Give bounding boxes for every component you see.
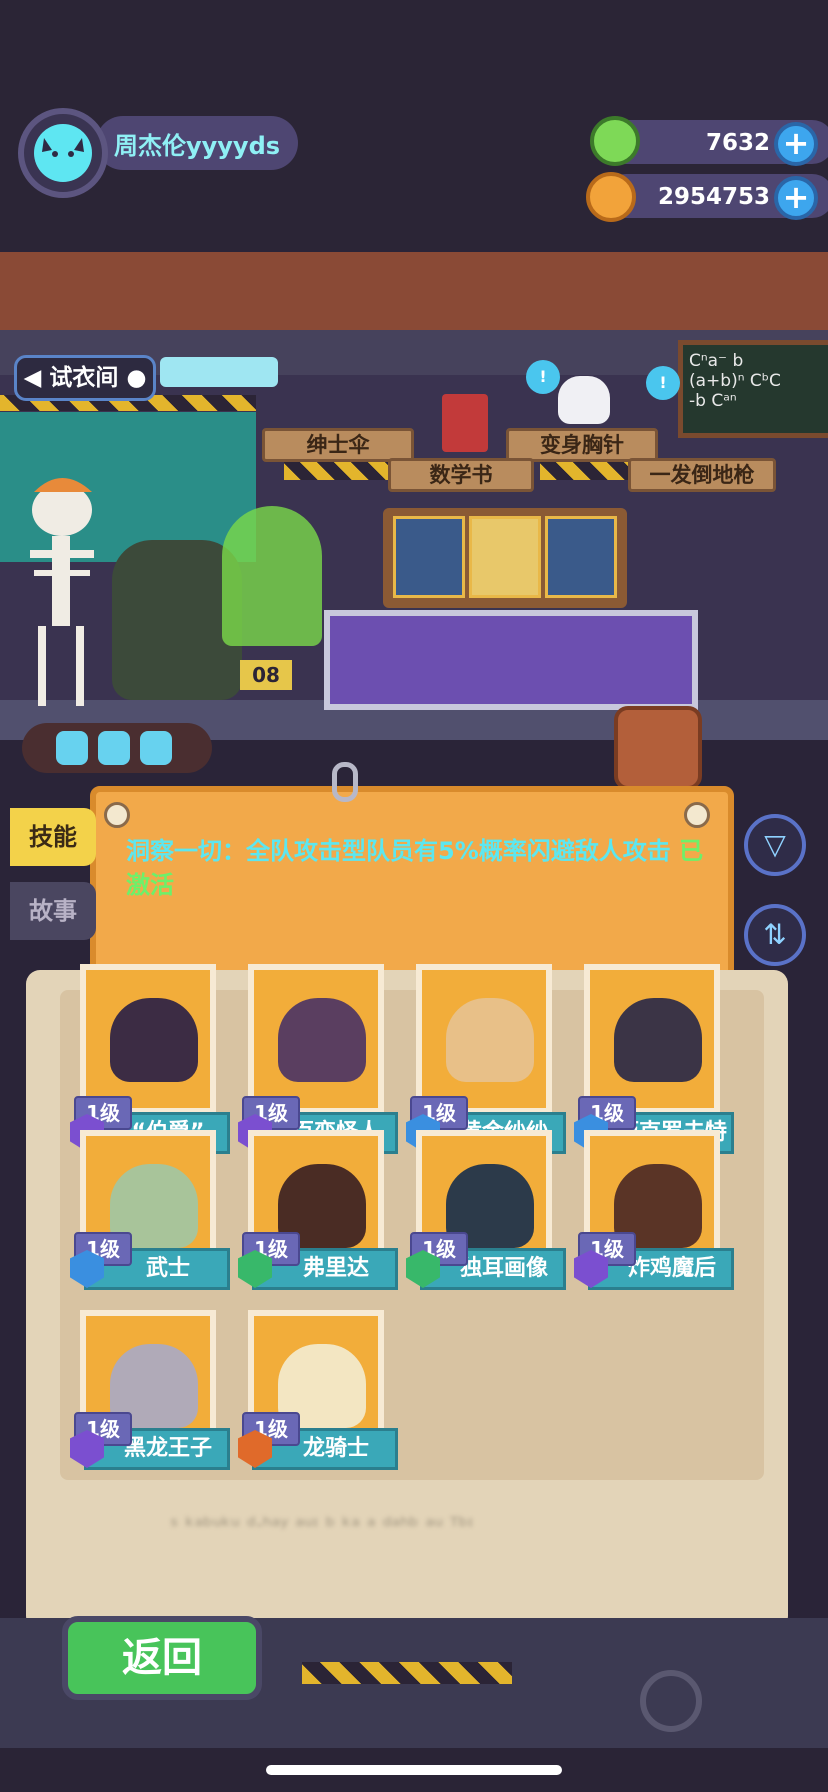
- tab-skill[interactable]: 技能: [10, 808, 96, 866]
- case-slot[interactable]: [545, 516, 617, 598]
- sort-button[interactable]: ⇅: [744, 904, 806, 966]
- character-card[interactable]: 武士 1级: [70, 1130, 230, 1298]
- lab-desk: [324, 610, 698, 710]
- character-card[interactable]: 炸鸡魔后 1级: [574, 1130, 734, 1298]
- chalkboard: Cⁿa⁻ b (a+b)ⁿ CᵇC -b Cᵃⁿ: [678, 340, 828, 438]
- skeleton-figure: [14, 470, 104, 710]
- hazard-stripe: [540, 462, 632, 480]
- footer-blurred-text: ˢ ᵏᵃᵇᵘᵏᵘ ᵈ·ʰᵃʸ ᵃᵘᶦ ᵇ ᵏᵃ ᵃ ᵈᵃʰᵇ ᵃᵘ ᵀᵇᶦ: [170, 1514, 474, 1539]
- gem-count: 7632: [705, 130, 770, 156]
- character-card[interactable]: 黑龙王子 1级: [70, 1310, 230, 1478]
- lab-machine-top: [0, 252, 828, 332]
- coin-icon: [586, 172, 636, 222]
- player-avatar[interactable]: [18, 108, 108, 198]
- panel-screw-icon: [684, 802, 710, 828]
- red-book-icon: [442, 394, 488, 452]
- character-portrait-frame: [416, 964, 552, 1114]
- coin-count: 2954753: [657, 184, 770, 210]
- item-brooch[interactable]: 变身胸针: [506, 428, 658, 462]
- player-name: 周杰伦yyyyds: [114, 132, 281, 160]
- character-card[interactable]: 弗里达 1级: [238, 1130, 398, 1298]
- character-portrait-frame: [248, 964, 384, 1114]
- hazard-stripe: [284, 462, 392, 480]
- case-slot[interactable]: [393, 516, 465, 598]
- alert-bubble-icon: !: [526, 360, 560, 394]
- hazard-stripe: [302, 1662, 512, 1684]
- energy-cell-icon: [56, 731, 88, 765]
- energy-bar: [22, 723, 212, 773]
- fitting-room-button[interactable]: ◀ 试衣间 ●: [14, 355, 156, 401]
- character-display-case: [383, 508, 627, 608]
- character-portrait: [278, 998, 366, 1082]
- gem-icon: [590, 116, 640, 166]
- chalkboard-line: (a+b)ⁿ CᵇC: [689, 371, 781, 391]
- alert-bubble-icon: !: [646, 366, 680, 400]
- energy-cell-icon: [98, 731, 130, 765]
- sort-icon: ⇅: [763, 918, 787, 951]
- skull-icon: [558, 376, 610, 424]
- magnifier-icon: [640, 1670, 702, 1732]
- skill-description: 洞察一切：全队攻击型队员有5%概率闪避敌人攻击: [126, 837, 671, 865]
- character-portrait: [446, 998, 534, 1082]
- character-portrait: [110, 998, 198, 1082]
- item-umbrella[interactable]: 绅士伞: [262, 428, 414, 462]
- chalkboard-line: Cⁿa⁻ b: [689, 351, 744, 371]
- green-tube: [222, 506, 322, 646]
- item-gun[interactable]: 一发倒地枪: [628, 458, 776, 492]
- character-portrait-frame: [80, 964, 216, 1114]
- neon-light: [160, 357, 278, 387]
- skill-description-block: 洞察一切：全队攻击型队员有5%概率闪避敌人攻击 已激活: [126, 834, 706, 902]
- item-math-book[interactable]: 数学书: [388, 458, 534, 492]
- character-card[interactable]: 独耳画像 1级: [406, 1130, 566, 1298]
- paper-clip-icon: [332, 762, 358, 802]
- home-indicator: [266, 1765, 562, 1775]
- tab-story[interactable]: 故事: [10, 882, 96, 940]
- energy-cell-icon: [140, 731, 172, 765]
- case-slot[interactable]: [469, 516, 541, 598]
- filter-button[interactable]: ▽: [744, 814, 806, 876]
- back-button[interactable]: 返回: [62, 1616, 262, 1700]
- character-card[interactable]: 龙骑士 1级: [238, 1310, 398, 1478]
- fitting-room-label: 试衣间: [49, 365, 119, 391]
- add-coin-button[interactable]: +: [774, 176, 818, 220]
- panel-screw-icon: [104, 802, 130, 828]
- character-portrait: [614, 998, 702, 1082]
- character-portrait-frame: [584, 964, 720, 1114]
- collection-book-button[interactable]: [614, 706, 702, 790]
- add-gem-button[interactable]: +: [774, 122, 818, 166]
- desk-tag: 08: [240, 660, 292, 690]
- chalkboard-line: -b Cᵃⁿ: [689, 391, 737, 411]
- cat-avatar-icon: [34, 124, 92, 182]
- filter-icon: ▽: [764, 828, 786, 861]
